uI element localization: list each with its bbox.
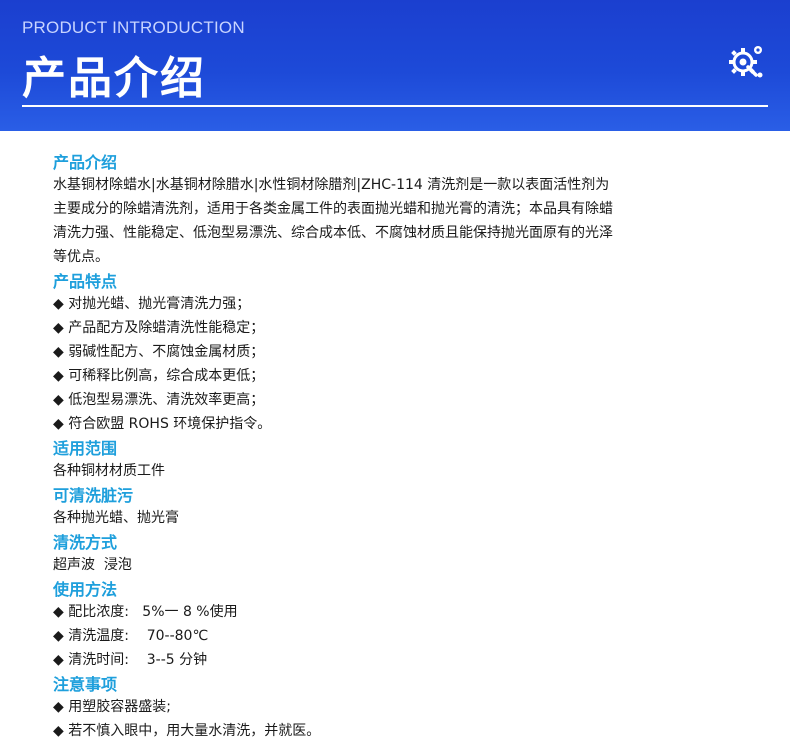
list-item: 超声波 浸泡 (53, 557, 132, 573)
list-item: ◆ 弱碱性配方、不腐蚀金属材质； (53, 344, 265, 360)
section-heading: 产品介绍 (53, 153, 118, 172)
list-item: ◆ 对抛光蜡、抛光膏清洗力强； (53, 296, 251, 312)
section-features: 产品特点 ◆ 对抛光蜡、抛光膏清洗力强； ◆ 产品配方及除蜡清洗性能稳定； ◆ … (53, 271, 743, 436)
list-item: ◆ 清洗时间: 3--5 分钟 (53, 652, 208, 668)
header-banner: PRODUCT INTRODUCTION 产品介绍 (0, 0, 790, 131)
list-item: ◆ 配比浓度: 5%一 8 %使用 (53, 604, 238, 620)
list-item: ◆ 产品配方及除蜡清洗性能稳定； (53, 320, 265, 336)
section-heading: 清洗方式 (53, 533, 118, 552)
section-heading: 可清洗脏污 (53, 486, 134, 505)
list-item: ◆ 若不慎入眼中，用大量水清洗，并就医。 (53, 723, 321, 739)
banner-divider (22, 105, 768, 107)
section-method: 清洗方式 超声波 浸泡 (53, 532, 743, 577)
section-product-intro: 产品介绍 水基铜材除蜡水|水基铜材除腊水|水性铜材除腊剂|ZHC-114 清洗剂… (53, 152, 743, 269)
paragraph-line: 主要成分的除蜡清洗剂，适用于各类金属工件的表面抛光蜡和抛光膏的清洗；本品具有除蜡 (53, 201, 613, 217)
list-item: ◆ 符合欧盟 ROHS 环境保护指令。 (53, 416, 272, 432)
section-heading: 注意事项 (53, 675, 118, 694)
section-heading: 适用范围 (53, 439, 118, 458)
banner-subtitle: PRODUCT INTRODUCTION (22, 18, 245, 37)
section-dirt: 可清洗脏污 各种抛光蜡、抛光膏 (53, 485, 743, 530)
section-notes: 注意事项 ◆ 用塑胶容器盛装; ◆ 若不慎入眼中，用大量水清洗，并就医。 (53, 674, 743, 743)
paragraph-line: 水基铜材除蜡水|水基铜材除腊水|水性铜材除腊剂|ZHC-114 清洗剂是一款以表… (53, 177, 610, 193)
list-item: ◆ 清洗温度: 70--80℃ (53, 628, 209, 644)
gear-magnifier-icon (729, 46, 763, 78)
paragraph-line: 等优点。 (53, 249, 109, 265)
section-heading: 使用方法 (53, 580, 118, 599)
list-item: ◆ 低泡型易漂洗、清洗效率更高； (53, 392, 265, 408)
content-area: 产品介绍 水基铜材除蜡水|水基铜材除腊水|水性铜材除腊剂|ZHC-114 清洗剂… (53, 152, 743, 745)
section-scope: 适用范围 各种铜材材质工件 (53, 438, 743, 483)
list-item: 各种铜材材质工件 (53, 463, 165, 479)
section-usage: 使用方法 ◆ 配比浓度: 5%一 8 %使用 ◆ 清洗温度: 70--80℃ ◆… (53, 579, 743, 672)
banner-title: 产品介绍 (22, 53, 206, 104)
list-item: 各种抛光蜡、抛光膏 (53, 510, 179, 526)
section-heading: 产品特点 (53, 272, 118, 291)
list-item: ◆ 用塑胶容器盛装; (53, 699, 171, 715)
paragraph-line: 清洗力强、性能稳定、低泡型易漂洗、综合成本低、不腐蚀材质且能保持抛光面原有的光泽 (53, 225, 613, 241)
list-item: ◆ 可稀释比例高，综合成本更低； (53, 368, 265, 384)
